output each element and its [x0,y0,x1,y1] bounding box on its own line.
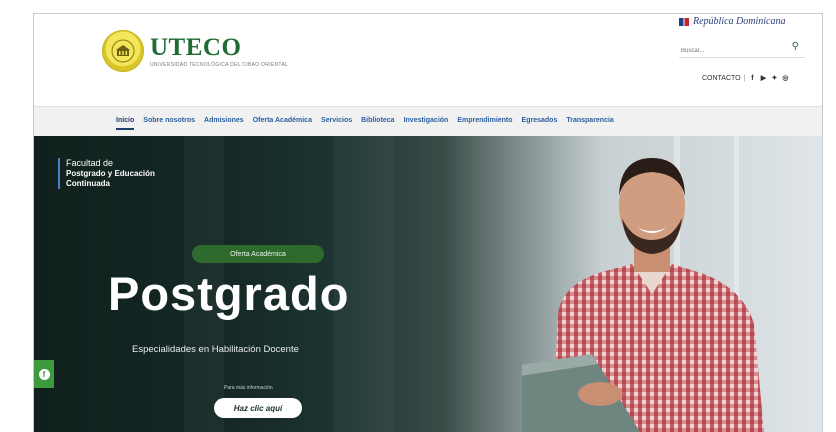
hero-title: Postgrado [108,267,350,320]
search-icon[interactable]: ⚲ [792,41,799,52]
nav-item-egresados[interactable]: Egresados [522,117,558,124]
nav-item-admisiones[interactable]: Admisiones [204,117,244,124]
hero-banner: Facultad de Postgrado y Educación Contin… [34,136,822,432]
facebook-icon[interactable]: f [748,74,756,82]
youtube-icon[interactable]: ▶ [759,74,767,82]
university-seal-icon [102,30,144,72]
government-badge[interactable]: República Dominicana [679,16,785,27]
nav-item-biblioteca[interactable]: Biblioteca [361,117,394,124]
cta-button[interactable]: Haz clic aquí [214,398,302,418]
nav-item-emprendimiento[interactable]: Emprendimiento [457,117,512,124]
nav-item-inicio[interactable]: Inicio [116,117,135,130]
site-logo[interactable]: UTECO UNIVERSIDAD TECNOLÓGICA DEL CIBAO … [102,30,288,72]
twitter-icon[interactable]: ✦ [770,74,778,82]
nav-item-sobre-nosotros[interactable]: Sobre nosotros [143,117,195,124]
brand-subtitle: UNIVERSIDAD TECNOLÓGICA DEL CIBAO ORIENT… [150,61,289,68]
instagram-icon[interactable]: ◎ [781,74,789,82]
main-navigation: Inicio Sobre nosotros Admisiones Oferta … [34,106,822,137]
browser-page: UTECO UNIVERSIDAD TECNOLÓGICA DEL CIBAO … [33,13,823,432]
nav-item-transparencia[interactable]: Transparencia [566,117,613,124]
hero-person-image [522,158,764,432]
contact-social-row: CONTACTO | f ▶ ✦ ◎ [702,74,789,83]
floating-social-button[interactable]: f [34,360,54,388]
government-label: República Dominicana [693,16,786,27]
faculty-label: Facultad de Postgrado y Educación Contin… [58,158,155,189]
faculty-line-2: Postgrado y Educación [66,169,155,178]
site-header: UTECO UNIVERSIDAD TECNOLÓGICA DEL CIBAO … [34,14,822,106]
facebook-icon: f [38,368,50,380]
search-input[interactable] [679,43,781,59]
search-box: ⚲ [679,39,805,59]
faculty-line-1: Facultad de [66,158,114,168]
nav-item-servicios[interactable]: Servicios [321,117,352,124]
hero-subtitle: Especialidades en Habilitación Docente [132,344,299,355]
brand-name: UTECO [150,33,242,61]
nav-item-investigacion[interactable]: Investigación [404,117,449,124]
separator: | [743,74,746,82]
offer-badge: Oferta Académica [192,245,324,263]
contact-link[interactable]: CONTACTO [702,75,741,82]
cta-note: Para más información [224,385,273,391]
flag-icon [679,17,689,26]
nav-list: Inicio Sobre nosotros Admisiones Oferta … [116,117,623,130]
faculty-line-3: Continuada [66,179,110,188]
nav-item-oferta-academica[interactable]: Oferta Académica [253,117,312,124]
